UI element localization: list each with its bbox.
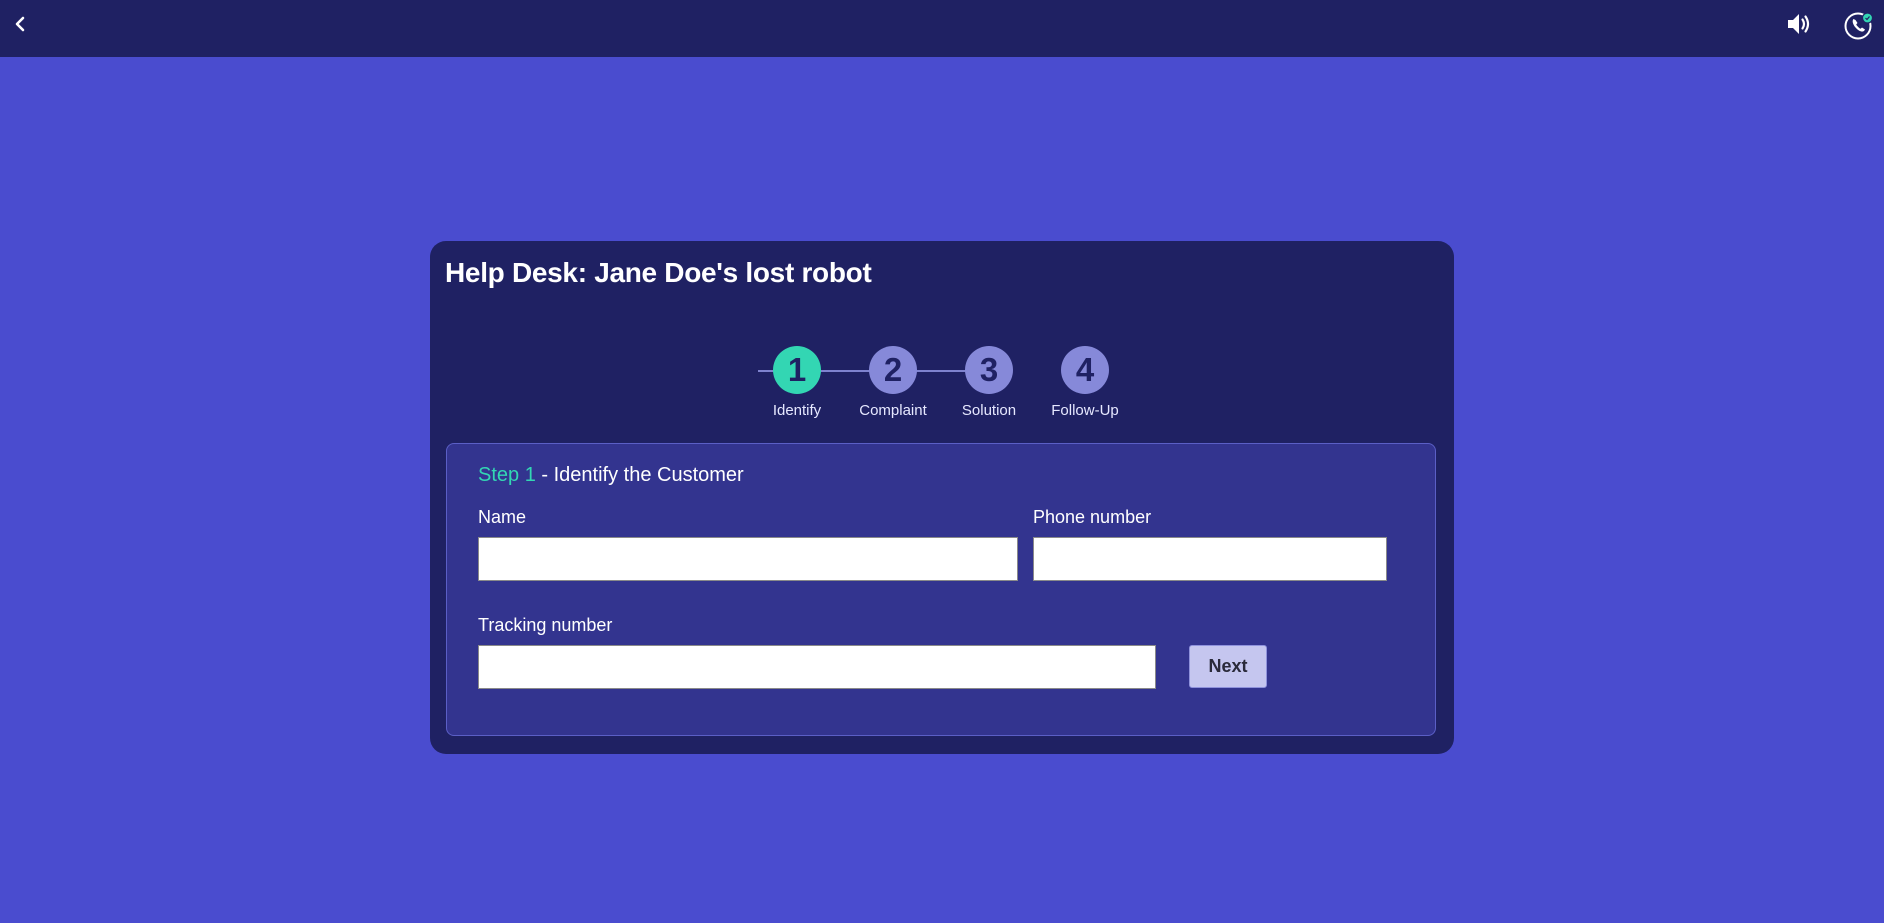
help-desk-card: Help Desk: Jane Doe's lost robot 1 Ident…	[430, 241, 1454, 754]
step-identify: 1 Identify	[749, 346, 845, 419]
name-label: Name	[478, 507, 527, 527]
step-number: 1	[773, 346, 821, 394]
step-solution: 3 Solution	[941, 346, 1037, 419]
progress-stepper: 1 Identify 2 Complaint 3 Solution 4 Foll…	[430, 346, 1454, 426]
step-number: 2	[869, 346, 917, 394]
step-number: 4	[1061, 346, 1109, 394]
step-label: Identify	[772, 402, 822, 419]
phone-call-icon	[1844, 12, 1874, 40]
back-button[interactable]	[8, 12, 32, 36]
step-label: Follow-Up	[1051, 402, 1119, 419]
step-tag: Step 1	[478, 464, 536, 486]
step-follow-up: 4 Follow-Up	[1037, 346, 1133, 419]
phone-call-button[interactable]	[1843, 9, 1875, 41]
name-input[interactable]	[478, 537, 1018, 581]
phone-number-label: Phone number	[1033, 507, 1152, 527]
sound-button[interactable]	[1785, 10, 1813, 38]
panel-heading-text: - Identify the Customer	[535, 464, 744, 486]
page-title: Help Desk: Jane Doe's lost robot	[445, 257, 872, 288]
panel-heading: Step 1 - Identify the Customer	[478, 464, 744, 487]
identify-customer-panel: Step 1 - Identify the Customer Name Phon…	[446, 443, 1436, 736]
chevron-left-icon	[15, 16, 25, 32]
top-bar	[0, 0, 1884, 57]
tracking-number-label: Tracking number	[478, 615, 613, 635]
step-number: 3	[965, 346, 1013, 394]
phone-number-input[interactable]	[1033, 537, 1387, 581]
next-button[interactable]: Next	[1189, 645, 1267, 688]
speaker-icon	[1788, 14, 1810, 34]
step-label: Solution	[961, 402, 1017, 419]
step-complaint: 2 Complaint	[845, 346, 941, 419]
step-label: Complaint	[859, 402, 927, 419]
tracking-number-input[interactable]	[478, 645, 1156, 689]
